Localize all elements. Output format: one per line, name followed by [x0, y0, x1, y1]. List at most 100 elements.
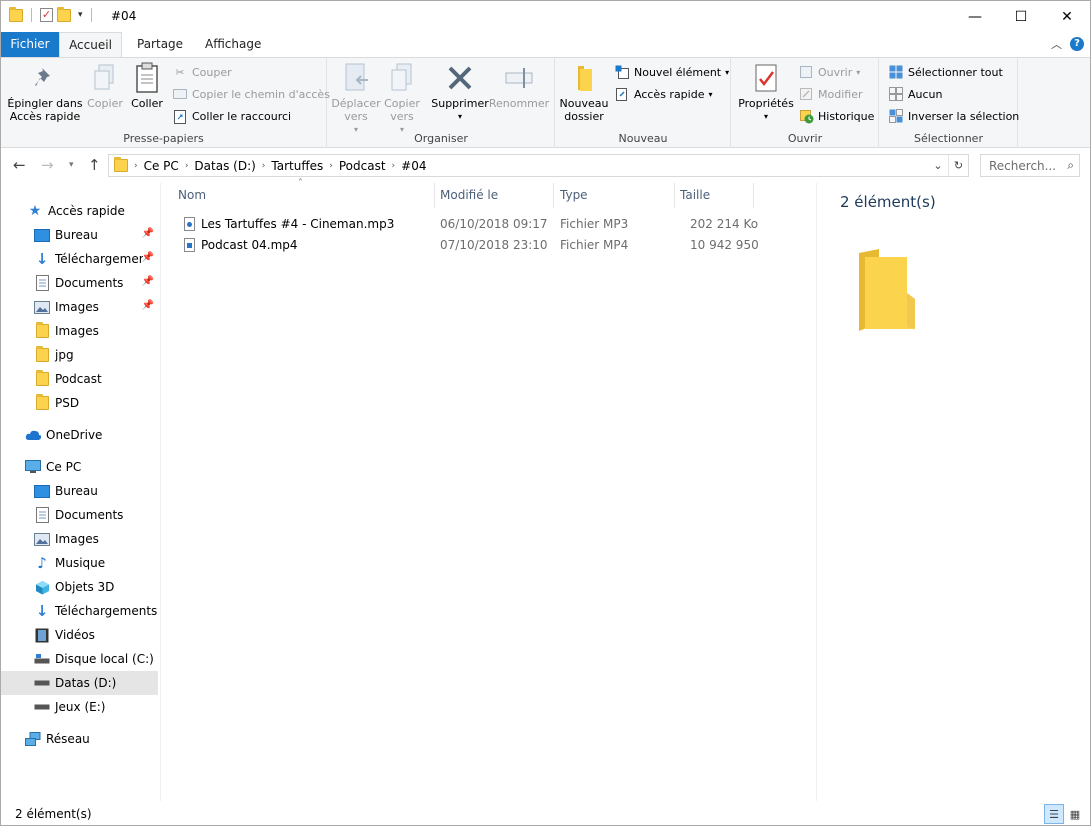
scissors-icon: ✂ — [175, 65, 185, 79]
nav-pc-images[interactable]: Images — [1, 527, 158, 551]
qat-dropdown-icon[interactable]: ▾ — [78, 10, 83, 20]
nav-quick-downloads[interactable]: ↓ Téléchargements 📌 — [1, 247, 158, 271]
properties-button[interactable]: Propriétés ▾ — [736, 62, 796, 123]
nav-pc-videos[interactable]: Vidéos — [1, 623, 158, 647]
nav-quick-images-folder[interactable]: Images — [1, 319, 158, 343]
breadcrumb-datas[interactable]: Datas (D:) — [188, 159, 261, 173]
invert-selection-button[interactable]: Inverser la sélection — [888, 106, 1019, 126]
nav-quick-documents[interactable]: Documents 📌 — [1, 271, 158, 295]
nav-quick-desktop[interactable]: Bureau 📌 — [1, 223, 158, 247]
rename-icon — [504, 62, 534, 94]
delete-label: Supprimer — [431, 97, 489, 110]
minimize-button[interactable]: — — [952, 1, 998, 32]
recent-locations-chevron-icon[interactable]: ▾ — [69, 160, 74, 170]
select-all-button[interactable]: Sélectionner tout — [888, 62, 1003, 82]
large-folder-icon — [857, 249, 917, 336]
nav-quick-podcast[interactable]: Podcast — [1, 367, 158, 391]
column-separator[interactable] — [674, 183, 675, 208]
edit-button[interactable]: Modifier — [798, 84, 862, 104]
table-row[interactable]: Podcast 04.mp4 07/10/2018 23:10 Fichier … — [178, 235, 768, 256]
nav-this-pc[interactable]: Ce PC — [1, 455, 158, 479]
film-icon — [34, 627, 50, 643]
nav-quick-access[interactable]: ★ Accès rapide — [1, 199, 158, 223]
nav-pc-downloads[interactable]: ↓ Téléchargements — [1, 599, 158, 623]
pin-icon[interactable]: 📌 — [142, 252, 154, 263]
invert-selection-label: Inverser la sélection — [908, 109, 1020, 123]
help-icon[interactable]: ? — [1070, 37, 1084, 51]
pin-icon — [30, 62, 60, 94]
properties-icon[interactable]: ✓ — [40, 8, 53, 22]
nav-pc-drive-e[interactable]: Jeux (E:) — [1, 695, 158, 719]
nav-onedrive[interactable]: OneDrive — [1, 423, 158, 447]
close-button[interactable]: ✕ — [1044, 1, 1090, 32]
history-icon — [798, 108, 814, 124]
column-header-modified[interactable]: Modifié le — [440, 183, 498, 208]
column-separator[interactable] — [434, 183, 435, 208]
address-dropdown-icon[interactable]: ⌄ — [928, 155, 948, 176]
details-view-icon[interactable]: ☰ — [1044, 804, 1064, 824]
column-header-name[interactable]: Nom — [178, 183, 206, 208]
move-to-button[interactable]: Déplacer vers ▾ — [330, 62, 382, 136]
copy-to-button[interactable]: Copier vers ▾ — [380, 62, 424, 136]
column-separator[interactable] — [753, 183, 754, 208]
history-button[interactable]: Historique — [798, 106, 874, 126]
maximize-button[interactable]: ☐ — [998, 1, 1044, 32]
tab-file[interactable]: Fichier — [1, 32, 59, 57]
forward-arrow-icon[interactable]: → — [41, 156, 54, 174]
nav-network[interactable]: Réseau — [1, 727, 158, 751]
pin-icon[interactable]: 📌 — [142, 276, 154, 287]
tab-view[interactable]: Affichage — [193, 32, 273, 57]
address-bar[interactable]: › Ce PC › Datas (D:) › Tartuffes › Podca… — [108, 154, 969, 177]
back-arrow-icon[interactable]: ← — [13, 156, 26, 174]
open-button[interactable]: Ouvrir ▾ — [798, 62, 860, 82]
rename-button[interactable]: Renommer — [488, 62, 550, 110]
cut-button[interactable]: ✂ Couper — [172, 62, 231, 82]
sort-ascending-icon: ˄ — [298, 178, 303, 189]
nav-pc-music[interactable]: ♪ Musique — [1, 551, 158, 575]
desktop-icon — [34, 483, 50, 499]
pin-icon[interactable]: 📌 — [142, 300, 154, 311]
paste-button[interactable]: Coller — [127, 62, 167, 110]
copy-button[interactable]: Copier — [85, 62, 125, 110]
path-icon — [172, 86, 188, 102]
breadcrumb-podcast[interactable]: Podcast — [333, 159, 392, 173]
new-item-button[interactable]: Nouvel élément ▾ — [614, 62, 729, 82]
easy-access-button[interactable]: Accès rapide ▾ — [614, 84, 713, 104]
column-header-size[interactable]: Taille — [680, 183, 710, 208]
column-separator[interactable] — [553, 183, 554, 208]
copy-path-button[interactable]: Copier le chemin d'accès — [172, 84, 330, 104]
open-group-label: Ouvrir — [787, 132, 823, 145]
table-row[interactable]: Les Tartuffes #4 - Cineman.mp3 06/10/201… — [178, 214, 768, 235]
nav-pc-drive-c[interactable]: Disque local (C:) — [1, 647, 158, 671]
paste-shortcut-button[interactable]: Coller le raccourci — [172, 106, 291, 126]
tab-share[interactable]: Partage — [125, 32, 195, 57]
nav-quick-jpg[interactable]: jpg — [1, 343, 158, 367]
breadcrumb-tartuffes[interactable]: Tartuffes — [265, 159, 329, 173]
up-arrow-icon[interactable]: ↑ — [88, 156, 101, 174]
nav-pc-documents[interactable]: Documents — [1, 503, 158, 527]
pin-icon[interactable]: 📌 — [142, 228, 154, 239]
copy-path-label: Copier le chemin d'accès — [192, 87, 330, 101]
nav-pc-desktop[interactable]: Bureau — [1, 479, 158, 503]
select-none-button[interactable]: Aucun — [888, 84, 943, 104]
new-folder-icon[interactable] — [57, 6, 71, 22]
chevron-up-icon[interactable]: ︿ — [1051, 36, 1062, 52]
tab-home[interactable]: Accueil — [59, 32, 122, 58]
nav-quick-images-pinned[interactable]: Images 📌 — [1, 295, 158, 319]
ribbon-tabs: Fichier Accueil Partage Affichage ︿ ? — [1, 32, 1090, 58]
group-select: Sélectionner tout Aucun Inverser la séle… — [880, 58, 1019, 148]
clipboard-group-label: Presse-papiers — [123, 132, 204, 145]
breadcrumb-current[interactable]: #04 — [395, 159, 432, 173]
nav-quick-psd[interactable]: PSD — [1, 391, 158, 415]
nav-pc-drive-d[interactable]: Datas (D:) — [1, 671, 158, 695]
column-header-type[interactable]: Type — [560, 183, 588, 208]
search-input[interactable]: Recherch... ⌕ — [980, 154, 1080, 177]
new-folder-button[interactable]: Nouveau dossier — [558, 62, 610, 123]
breadcrumb-this-pc[interactable]: Ce PC — [138, 159, 185, 173]
nav-pc-3d-objects[interactable]: Objets 3D — [1, 575, 158, 599]
delete-button[interactable]: Supprimer ▾ — [430, 62, 490, 123]
search-icon[interactable]: ⌕ — [1067, 158, 1074, 173]
large-icons-view-icon[interactable]: ▦ — [1065, 804, 1085, 824]
pin-quick-access-button[interactable]: Épingler dans Accès rapide — [7, 62, 83, 123]
refresh-icon[interactable]: ↻ — [948, 155, 968, 176]
